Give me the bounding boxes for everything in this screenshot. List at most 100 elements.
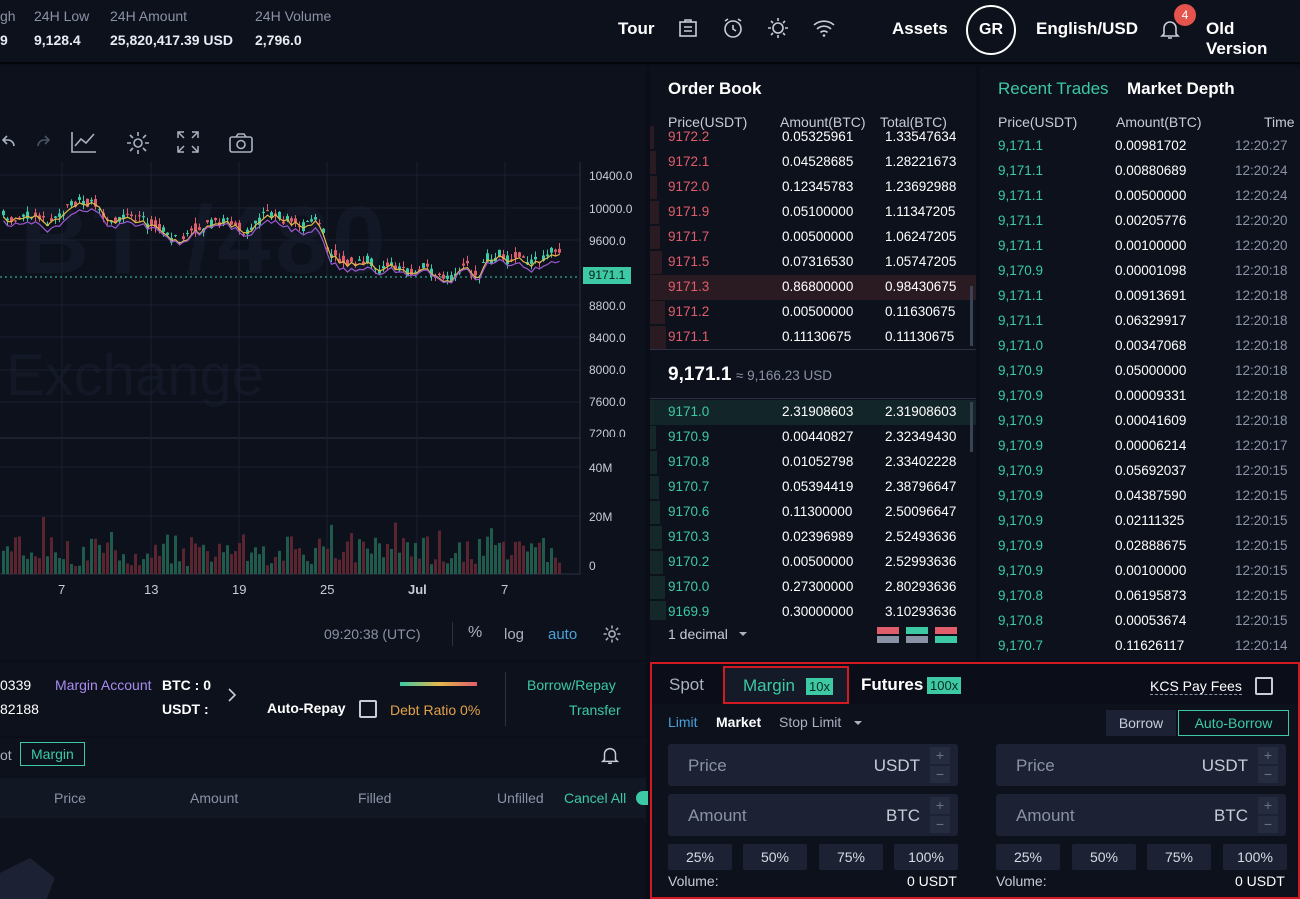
auto-borrow-button[interactable]: Auto-Borrow [1178,710,1289,736]
sell-amount-field[interactable]: Amount BTC + − [996,794,1286,836]
trade-row: 9,170.8 0.06195873 12:20:15 [980,584,1300,609]
order-book-row[interactable]: 9172.2 0.05325961 1.33547634 [650,125,976,150]
trade-price: 9,170.9 [998,388,1044,403]
tab-margin[interactable]: Margin 10x [723,666,849,704]
order-book-row[interactable]: 9171.7 0.00500000 1.06247205 [650,225,976,250]
view-bids-icon[interactable] [905,626,929,644]
old-version-link[interactable]: Old Version [1206,19,1300,59]
asks-scrollbar[interactable] [970,286,973,346]
trade-price: 9,170.9 [998,513,1044,528]
volume-bar [50,537,53,574]
order-amount: 2.31908603 [782,404,854,419]
order-type-limit[interactable]: Limit [668,714,698,730]
trade-price: 9,171.1 [998,138,1044,153]
order-book-row[interactable]: 9171.9 0.05100000 1.11347205 [650,200,976,225]
order-book-row[interactable]: 9171.0 2.31908603 2.31908603 [650,400,976,425]
buy-percent-25[interactable]: 25% [668,844,732,870]
tab-market-depth[interactable]: Market Depth [1127,79,1235,99]
decrement-button[interactable]: − [930,816,950,833]
borrow-repay-link[interactable]: Borrow/Repay [527,677,616,693]
increment-button[interactable]: + [930,797,950,814]
wifi-icon[interactable] [812,16,836,40]
order-book-row[interactable]: 9170.6 0.11300000 2.50096647 [650,500,976,525]
trade-amount: 0.00041609 [1115,413,1187,428]
order-book-row[interactable]: 9171.2 0.00500000 0.11630675 [650,300,976,325]
sell-percent-50[interactable]: 50% [1072,844,1136,870]
increment-button[interactable]: + [930,747,950,764]
indicator-chart-icon[interactable] [70,130,98,154]
order-book-row[interactable]: 9171.5 0.07316530 1.05747205 [650,250,976,275]
bids-scrollbar[interactable] [970,402,973,452]
buy-amount-field[interactable]: Amount BTC + − [668,794,958,836]
tab-spot-orders[interactable]: ot [0,747,12,763]
order-book-row[interactable]: 9170.3 0.02396989 2.52493636 [650,525,976,550]
auto-repay-checkbox[interactable] [359,700,377,718]
sell-percent-100[interactable]: 100% [1223,844,1287,870]
language-currency-selector[interactable]: English/USD [1036,19,1138,39]
candle-body [42,216,45,218]
auto-scale-toggle[interactable]: auto [548,626,577,643]
increment-button[interactable]: + [1258,797,1278,814]
buy-percent-100[interactable]: 100% [894,844,958,870]
order-book-row[interactable]: 9170.0 0.27300000 2.80293636 [650,575,976,600]
candlestick-chart[interactable] [0,162,646,592]
date-tick: Jul [408,582,427,597]
tab-recent-trades[interactable]: Recent Trades [998,79,1109,99]
margin-account-link[interactable]: Margin Account [55,677,152,693]
transfer-link[interactable]: Transfer [569,702,621,718]
chevron-right-icon[interactable] [227,688,237,702]
camera-icon[interactable] [228,132,254,154]
order-book-row[interactable]: 9172.0 0.12345783 1.23692988 [650,175,976,200]
fullscreen-icon[interactable] [176,130,200,154]
buy-price-field[interactable]: Price USDT + − [668,744,958,786]
orders-icon[interactable] [676,16,700,40]
buy-percent-50[interactable]: 50% [743,844,807,870]
tab-margin-orders[interactable]: Margin [20,742,85,766]
volume-bar [186,565,189,574]
sell-percent-75[interactable]: 75% [1147,844,1211,870]
view-asks-icon[interactable] [934,626,958,644]
bell-icon[interactable] [599,744,621,766]
order-type-market[interactable]: Market [716,714,761,730]
percent-scale-toggle[interactable]: % [468,624,482,642]
assets-link[interactable]: Assets [892,19,948,39]
order-book-row[interactable]: 9171.3 0.86800000 0.98430675 [650,275,976,300]
stat-24h-volume: 24H Volume 2,796.0 [255,8,331,48]
alarm-clock-icon[interactable] [721,16,745,40]
order-type-stop-limit[interactable]: Stop Limit [779,714,841,730]
decrement-button[interactable]: − [1258,816,1278,833]
order-book-row[interactable]: 9171.1 0.11130675 0.11130675 [650,325,976,349]
increment-button[interactable]: + [1258,747,1278,764]
view-both-icon[interactable] [876,626,900,644]
stat-label: 24H Low [34,8,90,24]
tab-futures[interactable]: Futures [861,675,923,695]
candle-body [310,219,313,222]
date-tick: 13 [144,582,159,597]
orders-header-row: Price Amount Filled Unfilled Cancel All [0,778,648,818]
buy-percent-75[interactable]: 75% [819,844,883,870]
decrement-button[interactable]: − [1258,766,1278,783]
decimal-selector[interactable]: 1 decimal [668,626,728,642]
undo-icon[interactable] [0,132,18,152]
order-book-row[interactable]: 9170.2 0.00500000 2.52993636 [650,550,976,575]
order-book-row[interactable]: 9170.8 0.01052798 2.33402228 [650,450,976,475]
order-book-row[interactable]: 9172.1 0.04528685 1.28221673 [650,150,976,175]
order-book-row[interactable]: 9170.9 0.00440827 2.32349430 [650,425,976,450]
order-book-row[interactable]: 9170.7 0.05394419 2.38796647 [650,475,976,500]
sun-icon[interactable] [766,16,790,40]
log-scale-toggle[interactable]: log [504,626,524,643]
borrow-button[interactable]: Borrow [1106,710,1176,736]
avatar[interactable]: GR [966,5,1016,55]
decrement-button[interactable]: − [930,766,950,783]
sell-percent-25[interactable]: 25% [996,844,1060,870]
settings-gear-icon[interactable] [125,130,151,156]
tour-link[interactable]: Tour [618,19,655,39]
volume-bar [442,561,445,574]
tab-spot[interactable]: Spot [669,675,704,695]
chart-settings-icon[interactable] [602,624,622,644]
sell-price-field[interactable]: Price USDT + − [996,744,1286,786]
redo-icon[interactable] [34,132,52,152]
cancel-all-button[interactable]: Cancel All [564,790,626,806]
order-book-row[interactable]: 9169.9 0.30000000 3.10293636 [650,600,976,620]
kcs-pay-fees-checkbox[interactable] [1255,677,1273,695]
